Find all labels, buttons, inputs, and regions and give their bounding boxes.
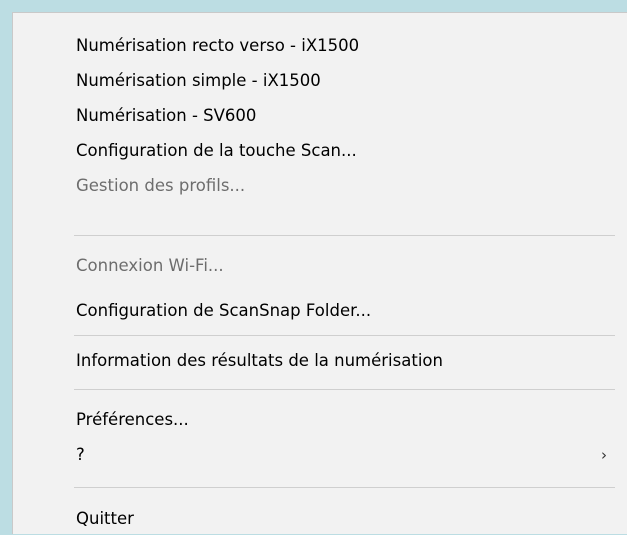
menu-item-label: Numérisation - SV600	[76, 106, 257, 125]
menu-item-label: Numérisation recto verso - iX1500	[76, 36, 360, 55]
menu-item-wifi-connection: Connexion Wi-Fi...	[13, 250, 627, 282]
menu-item-label: Préférences...	[76, 410, 189, 429]
menu-separator	[74, 487, 615, 488]
menu-item-label: ?	[76, 445, 85, 464]
chevron-right-icon: ›	[601, 446, 607, 464]
menu-item-label: Configuration de la touche Scan...	[76, 141, 357, 160]
menu-item-label: Connexion Wi-Fi...	[76, 256, 224, 275]
menu-separator	[74, 389, 615, 390]
menu-item-scan-sv600[interactable]: Numérisation - SV600	[13, 100, 627, 132]
context-menu: Numérisation recto verso - iX1500 Numéri…	[12, 12, 627, 534]
menu-item-simplex-scan-ix1500[interactable]: Numérisation simple - iX1500	[13, 65, 627, 97]
menu-item-scan-results-info[interactable]: Information des résultats de la numérisa…	[13, 345, 627, 377]
menu-item-quit[interactable]: Quitter	[13, 503, 627, 535]
menu-item-help[interactable]: ? ›	[13, 439, 627, 471]
menu-item-scansnap-folder-config[interactable]: Configuration de ScanSnap Folder...	[13, 295, 627, 327]
menu-item-label: Quitter	[76, 509, 134, 528]
menu-item-profile-management: Gestion des profils...	[13, 170, 627, 202]
menu-item-duplex-scan-ix1500[interactable]: Numérisation recto verso - iX1500	[13, 30, 627, 62]
menu-item-label: Information des résultats de la numérisa…	[76, 351, 443, 370]
menu-separator	[74, 335, 615, 336]
menu-separator	[74, 235, 615, 236]
menu-item-label: Configuration de ScanSnap Folder...	[76, 301, 372, 320]
menu-item-scan-button-config[interactable]: Configuration de la touche Scan...	[13, 135, 627, 167]
menu-item-label: Gestion des profils...	[76, 176, 246, 195]
menu-item-label: Numérisation simple - iX1500	[76, 71, 321, 90]
menu-item-preferences[interactable]: Préférences...	[13, 404, 627, 436]
